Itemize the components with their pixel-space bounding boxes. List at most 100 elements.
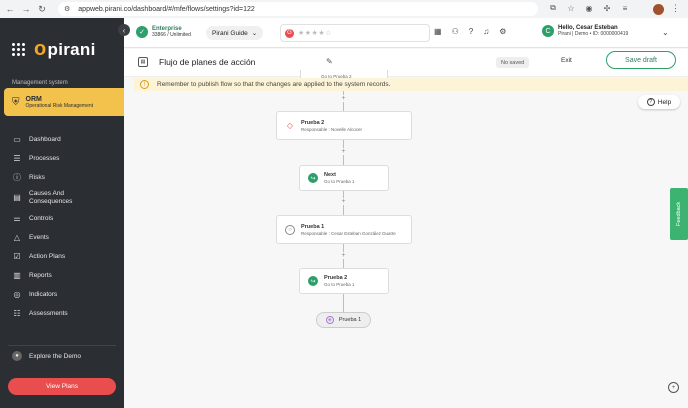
logo[interactable]: o pirani (12, 38, 96, 61)
sidebar-item-label: Action Plans (29, 253, 66, 260)
plan-count: 33866 / Unlimited (152, 32, 191, 38)
sidebar-item-risks[interactable]: ⓘ Risks (12, 168, 120, 187)
node-sub: Responsable : Novelle Alcocer (301, 126, 363, 132)
building-icon[interactable]: ▦ (434, 27, 442, 36)
target-icon: ◎ (13, 290, 21, 299)
sidebar-item-dashboard[interactable]: ▭ Dashboard (12, 130, 120, 149)
reload-icon[interactable]: ↻ (36, 3, 48, 15)
bell-icon[interactable]: ♫ (483, 27, 489, 36)
sidebar-item-assessments[interactable]: ☷ Assessments (12, 304, 120, 323)
sidebar-divider (8, 345, 116, 346)
pirani-guide-dropdown[interactable]: Pirani Guide ⌄ (206, 26, 264, 40)
module-selector-orm[interactable]: ⛨ ORM Operational Risk Management (4, 88, 130, 116)
bookmark-star-icon[interactable]: ☆ (566, 3, 576, 13)
monitor-icon: ▭ (13, 135, 21, 144)
zoom-plus-icon[interactable]: + (668, 382, 679, 393)
user-org: Pirani | Demo • ID: 0000000419 (558, 31, 629, 37)
question-icon: ? (646, 98, 655, 106)
explore-demo-link[interactable]: ● Explore the Demo (12, 351, 81, 361)
module-subtitle: Operational Risk Management (25, 102, 94, 109)
module-title: ORM (25, 95, 42, 103)
browser-toolbar: ← → ↻ ⚙ appweb.pirani.co/dashboard/#/mfe… (0, 0, 688, 18)
status-badge: No saved (496, 57, 530, 68)
back-arrow-icon[interactable]: ← (4, 3, 16, 15)
address-bar[interactable]: ⚙ appweb.pirani.co/dashboard/#/mfe/flows… (58, 2, 538, 16)
extension-icon[interactable]: ◉ (584, 3, 594, 13)
apps-grid-icon[interactable] (12, 42, 26, 57)
page-header: ▤ Flujo de planes de acción ✎ No saved E… (124, 49, 688, 77)
settings-gear-icon[interactable]: ⚙ (499, 27, 506, 36)
rating-widget[interactable]: G ★★★★☆ (280, 24, 430, 42)
collapse-sidebar-chevron-icon[interactable]: ‹ (118, 24, 130, 36)
feedback-tab[interactable]: Feedback (670, 188, 688, 240)
plan-indicator: ✓ Enterprise 33866 / Unlimited (136, 26, 191, 38)
sidebar-item-label: Events (29, 234, 49, 241)
alert-circle-icon: ⓘ (13, 173, 21, 182)
sidebar-item-indicators[interactable]: ◎ Indicators (12, 285, 120, 304)
flow-node[interactable]: ↪ Prueba 2 Go to Prueba 1 (299, 268, 389, 294)
add-step-plus-icon[interactable]: + (340, 148, 347, 155)
goto-arrow-icon: ↪ (308, 276, 318, 286)
banner-message: Remember to publish flow so that the cha… (157, 81, 391, 88)
forward-arrow-icon[interactable]: → (20, 3, 32, 15)
help-label: Help (657, 98, 672, 106)
g2-logo-icon: G (285, 28, 294, 38)
help-button[interactable]: ? Help (638, 95, 680, 109)
explore-label: Explore the Demo (29, 352, 82, 360)
flow-node[interactable]: ↪ Next Go to Prueba 1 (299, 165, 389, 191)
add-step-plus-icon[interactable]: + (340, 252, 347, 259)
edit-pencil-icon[interactable]: ✎ (326, 57, 333, 66)
decision-diamond-icon: ◇ (286, 121, 294, 130)
goto-arrow-icon: ↪ (308, 173, 318, 183)
puzzle-icon[interactable]: ✣ (602, 3, 612, 13)
media-icon[interactable]: ≡ (620, 3, 630, 13)
sliders-icon: ⚌ (13, 214, 21, 223)
guide-label: Pirani Guide (212, 29, 248, 37)
browser-menu-icon[interactable]: ⋮ (671, 3, 680, 14)
top-bar: ✓ Enterprise 33866 / Unlimited Pirani Gu… (124, 18, 688, 48)
feedback-label: Feedback (676, 201, 682, 227)
sidebar-item-causes-and-consequences[interactable]: ▤ Causes And Consequences (12, 187, 120, 209)
node-title: Next (324, 172, 336, 178)
site-settings-icon[interactable]: ⚙ (64, 5, 70, 13)
chevron-down-icon: ⌄ (251, 30, 258, 37)
translate-icon[interactable]: ⧉ (548, 3, 558, 13)
user-menu[interactable]: C Hello, Cesar Esteban Pirani | Demo • I… (542, 25, 628, 37)
node-title: Prueba 2 (301, 119, 325, 126)
end-node[interactable]: ◈ Prueba 1 (316, 312, 371, 328)
node-title: Prueba 2 (324, 275, 348, 281)
sidebar-item-controls[interactable]: ⚌ Controls (12, 209, 120, 228)
browser-profile-avatar[interactable] (653, 4, 664, 15)
flow-connector (343, 294, 344, 312)
sidebar-item-label: Processes (29, 155, 60, 162)
sidebar-item-label: Indicators (29, 291, 58, 298)
view-plans-button[interactable]: View Plans (8, 378, 116, 395)
sidebar-item-processes[interactable]: ☰ Processes (12, 149, 120, 168)
save-draft-button[interactable]: Save draft (606, 51, 676, 69)
checkbox-icon: ☑ (13, 252, 21, 261)
star-rating-icon[interactable]: ★★★★☆ (298, 29, 332, 37)
exit-button[interactable]: Exit (561, 57, 572, 64)
demo-icon: ● (12, 351, 22, 361)
node-sub: Go to Prueba 1 (324, 179, 355, 184)
list-check-icon: ☷ (13, 309, 21, 318)
sidebar-item-reports[interactable]: ▥ Reports (12, 266, 120, 285)
sidebar-item-events[interactable]: △ Events (12, 228, 120, 247)
flow-node[interactable]: ○ Prueba 1 Responsable : Cesar Esteban G… (276, 215, 412, 244)
sidebar-menu: ▭ Dashboard ☰ Processes ⓘ Risks ▤ Causes And… (12, 130, 120, 323)
help-circle-icon[interactable]: ? (469, 27, 473, 36)
sidebar-item-label: Risks (29, 174, 45, 181)
flow-node[interactable]: ◇ Prueba 2 Responsable : Novelle Alcocer (276, 111, 412, 140)
node-title: Prueba 1 (301, 223, 325, 230)
task-circle-icon: ○ (285, 224, 295, 235)
add-user-icon[interactable]: ⚇ (452, 27, 459, 36)
avatar: C (542, 25, 554, 37)
sidebar-item-label: Reports (29, 272, 52, 279)
orm-module-icon: ⛨ (12, 96, 20, 108)
add-step-plus-icon[interactable]: + (340, 198, 347, 205)
sidebar-item-label: Assessments (29, 310, 68, 317)
sidebar-item-action-plans[interactable]: ☑ Action Plans (12, 247, 120, 266)
publish-warning-banner: ! Remember to publish flow so that the c… (134, 78, 688, 91)
user-menu-chevron-icon[interactable]: ⌄ (662, 28, 669, 37)
add-step-plus-icon[interactable]: + (340, 95, 347, 102)
